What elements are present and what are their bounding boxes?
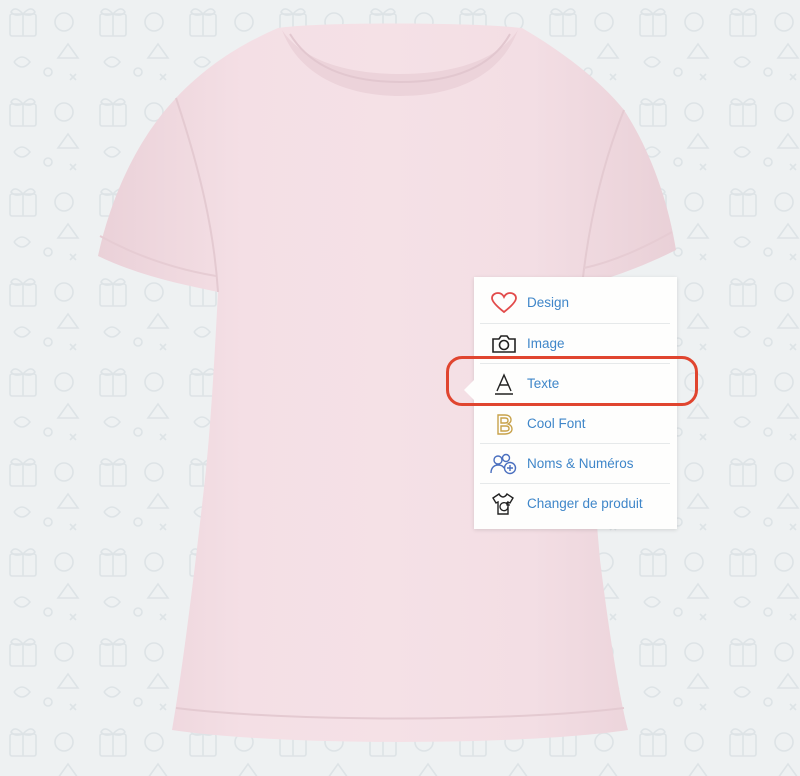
names-numbers-icon [484, 444, 524, 483]
cool-font-b-icon [484, 404, 524, 443]
menu-item-label: Image [527, 336, 565, 351]
change-product-icon [484, 484, 524, 523]
texte-highlight-outline [446, 356, 698, 406]
menu-item-cool-font[interactable]: Cool Font [480, 403, 670, 443]
heart-icon [484, 283, 524, 322]
menu-item-label: Changer de produit [527, 496, 643, 511]
menu-item-label: Noms & Numéros [527, 456, 634, 471]
menu-item-design[interactable]: Design [480, 283, 670, 322]
menu-item-changer-de-produit[interactable]: Changer de produit [480, 483, 670, 523]
menu-item-label: Cool Font [527, 416, 586, 431]
menu-item-noms-numeros[interactable]: Noms & Numéros [480, 443, 670, 483]
menu-item-label: Design [527, 295, 570, 310]
